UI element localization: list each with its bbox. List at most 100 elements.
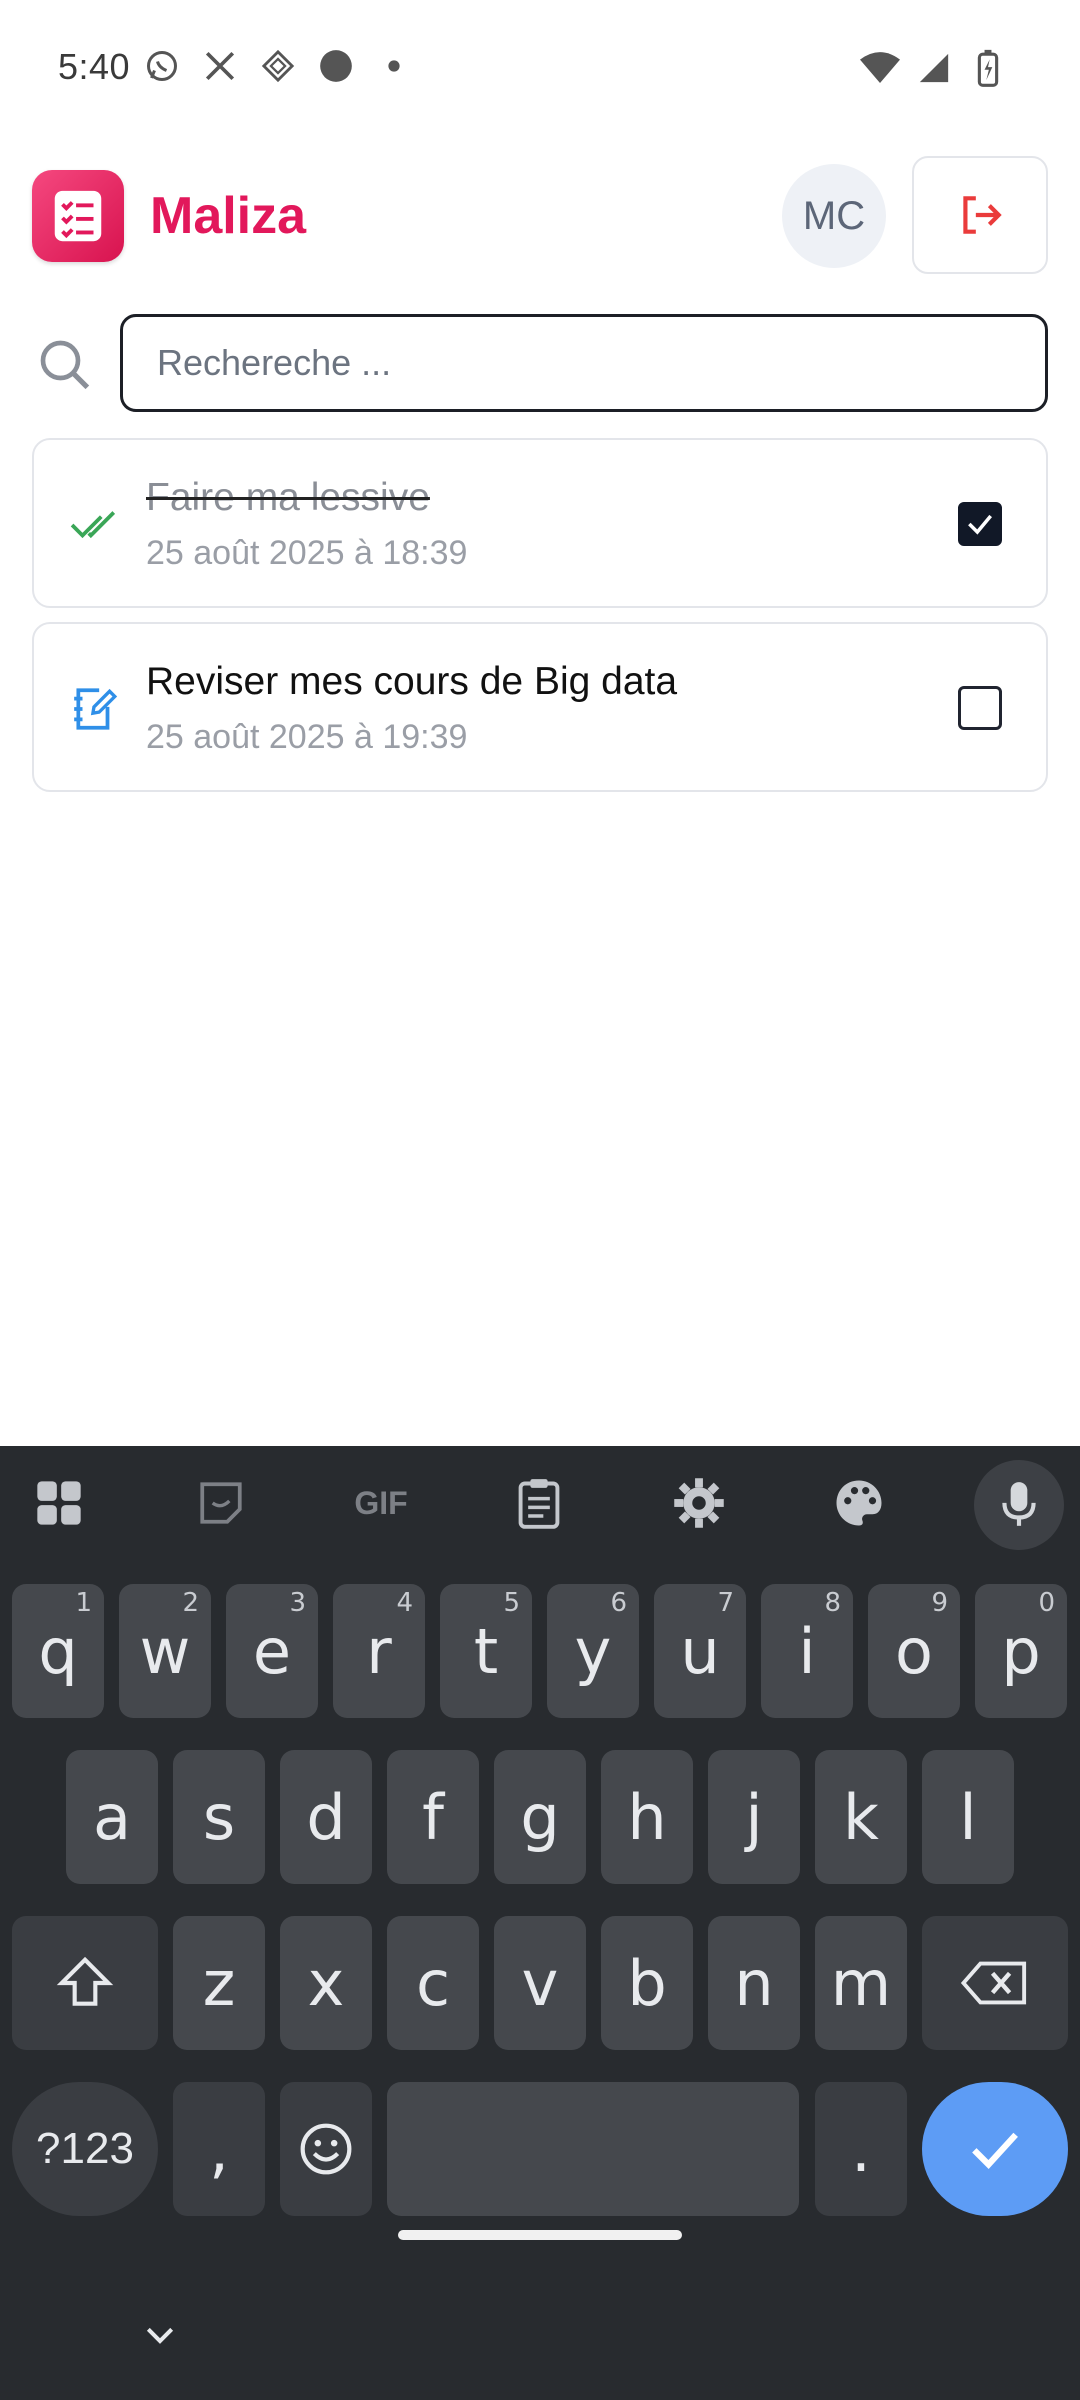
key-hint: 2 [182,1588,199,1618]
key-label: c [415,1946,451,2020]
key-e[interactable]: e3 [226,1584,318,1718]
clipboard-icon[interactable] [504,1468,574,1538]
status-time: 5:40 [58,46,131,87]
task-checkbox[interactable] [958,686,1002,730]
comma-key[interactable]: , [173,2082,265,2216]
palette-icon[interactable] [824,1468,894,1538]
key-label: i [798,1614,816,1688]
shift-key[interactable] [12,1916,158,2050]
key-g[interactable]: g [494,1750,586,1884]
backspace-icon [961,1961,1027,2005]
task-item[interactable]: Faire ma lessive 25 août 2025 à 18:39 [32,438,1048,608]
key-l[interactable]: l [922,1750,1014,1884]
key-m[interactable]: m [815,1916,907,2050]
key-j[interactable]: j [708,1750,800,1884]
key-t[interactable]: t5 [440,1584,532,1718]
key-label: l [959,1780,977,1854]
key-x[interactable]: x [280,1916,372,2050]
key-hint: 9 [931,1588,948,1618]
wifi-icon [860,48,900,88]
key-label: u [680,1614,720,1688]
backspace-key[interactable] [922,1916,1068,2050]
gesture-nav-bar[interactable] [398,2230,682,2240]
check-icon [972,2132,1018,2169]
key-label: m [830,1946,892,2020]
key-hint: 4 [396,1588,413,1618]
sticker-icon[interactable] [186,1468,256,1538]
emoji-key[interactable] [280,2082,372,2216]
app-logo [32,170,124,262]
key-label: y [574,1614,612,1688]
task-checkbox[interactable] [958,502,1002,546]
avatar[interactable]: MC [782,164,886,268]
key-label: s [202,1780,236,1854]
done-key[interactable] [922,2082,1068,2216]
key-i[interactable]: i8 [761,1584,853,1718]
circle-icon [316,46,356,86]
key-q[interactable]: q1 [12,1584,104,1718]
key-w[interactable]: w2 [119,1584,211,1718]
key-f[interactable]: f [387,1750,479,1884]
key-h[interactable]: h [601,1750,693,1884]
key-a[interactable]: a [66,1750,158,1884]
key-label: b [627,1946,667,2020]
key-s[interactable]: s [173,1750,265,1884]
key-label: n [734,1946,774,2020]
gif-button[interactable]: GIF [342,1468,420,1538]
key-k[interactable]: k [815,1750,907,1884]
key-c[interactable]: c [387,1916,479,2050]
search-input[interactable] [120,314,1048,412]
checklist-icon [54,190,102,242]
key-label: r [366,1614,392,1688]
shift-icon [56,1956,114,2006]
period-key[interactable]: . [815,2082,907,2216]
key-label: d [306,1780,346,1854]
key-y[interactable]: y6 [547,1584,639,1718]
space-key[interactable] [387,2082,799,2216]
key-v[interactable]: v [494,1916,586,2050]
system-icons [860,48,1008,88]
settings-icon[interactable] [664,1468,734,1538]
task-date: 25 août 2025 à 18:39 [146,534,468,572]
notification-icons [142,46,414,86]
key-label: w [139,1614,191,1688]
key-label: f [422,1780,444,1854]
key-label: z [202,1946,236,2020]
edit-note-icon [74,688,118,730]
key-label: q [38,1614,78,1688]
key-b[interactable]: b [601,1916,693,2050]
task-item[interactable]: Reviser mes cours de Big data 25 août 20… [32,622,1048,792]
chevron-down-icon[interactable] [140,2316,180,2356]
app-icon [258,46,298,86]
key-o[interactable]: o9 [868,1584,960,1718]
mic-icon [1002,1482,1036,1526]
symbols-key[interactable]: ?123 [12,2082,158,2216]
task-title: Faire ma lessive [146,476,430,519]
whatsapp-icon [142,46,182,86]
search-row [0,314,1080,412]
key-label: o [895,1614,933,1688]
key-label: t [473,1614,499,1688]
key-u[interactable]: u7 [654,1584,746,1718]
key-hint: 7 [717,1588,734,1618]
key-label: g [520,1780,560,1854]
key-n[interactable]: n [708,1916,800,2050]
key-d[interactable]: d [280,1750,372,1884]
key-hint: 1 [75,1588,92,1618]
apps-grid-icon[interactable] [24,1468,94,1538]
mic-button[interactable] [974,1460,1064,1550]
key-label: h [627,1780,667,1854]
key-label: x [307,1946,345,2020]
key-hint: 6 [610,1588,627,1618]
app-header: Maliza MC [0,150,1080,280]
key-label: j [745,1780,763,1854]
key-r[interactable]: r4 [333,1584,425,1718]
logout-icon [963,196,1002,234]
logout-button[interactable] [912,156,1048,274]
double-check-icon [70,511,116,539]
key-label: p [1001,1614,1041,1688]
key-p[interactable]: p0 [975,1584,1067,1718]
signal-icon [914,48,954,88]
key-z[interactable]: z [173,1916,265,2050]
emoji-icon [300,2123,352,2175]
